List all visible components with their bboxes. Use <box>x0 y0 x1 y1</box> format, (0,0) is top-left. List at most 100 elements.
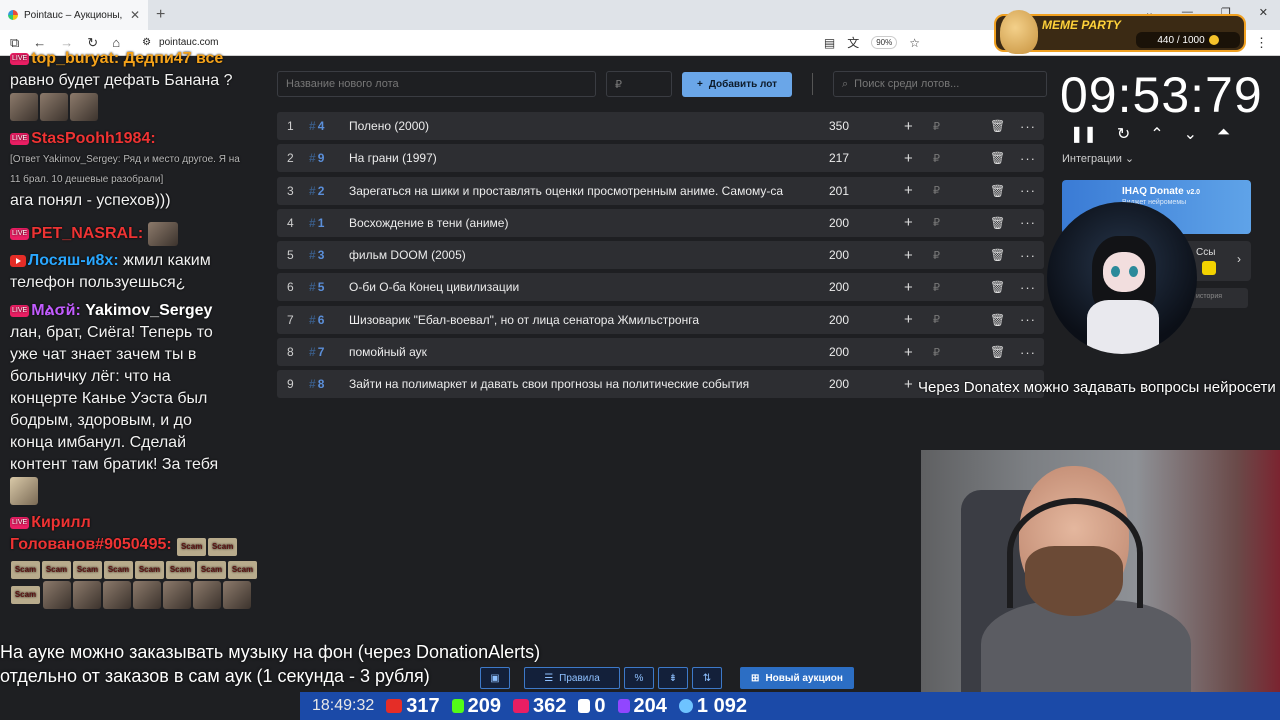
more-icon[interactable]: ··· <box>1020 119 1036 134</box>
lot-amount[interactable]: 200 <box>829 377 849 391</box>
lot-amount[interactable]: 200 <box>829 313 849 327</box>
add-amount-icon[interactable]: + <box>904 182 913 199</box>
trash-icon[interactable]: 🗑 <box>990 345 1005 359</box>
split-icon[interactable]: ⇟ <box>658 667 688 689</box>
decrease-time-icon[interactable]: ⌄ <box>1184 124 1197 144</box>
chat-username: Голованов#9050495: <box>10 536 172 553</box>
lot-name-input[interactable]: Название нового лота <box>277 71 596 97</box>
address-bar[interactable]: ⚙ pointauc.com <box>142 37 218 48</box>
add-amount-icon[interactable]: + <box>904 279 913 296</box>
translate-icon[interactable]: 文 <box>847 34 859 51</box>
more-icon[interactable]: ··· <box>1020 183 1036 198</box>
more-icon[interactable]: ··· <box>1020 345 1036 360</box>
add-amount-icon[interactable]: + <box>904 311 913 328</box>
lot-amount[interactable]: 200 <box>829 248 849 262</box>
save-icon[interactable]: ▣ <box>480 667 510 689</box>
lot-amount[interactable]: 200 <box>829 216 849 230</box>
add-amount-icon[interactable]: + <box>904 214 913 231</box>
new-auction-button[interactable]: ⊞ Новый аукцион <box>740 667 854 689</box>
lot-amount[interactable]: 217 <box>829 151 849 165</box>
more-icon[interactable]: ··· <box>1020 248 1036 263</box>
lot-name[interactable]: Зайти на полимаркет и давать свои прогно… <box>349 377 819 391</box>
add-amount-icon[interactable]: + <box>904 150 913 167</box>
lot-row: 3 #2 Зарегаться на шики и проставлять оц… <box>277 176 1044 205</box>
close-tab-icon[interactable]: ✕ <box>130 8 140 22</box>
viewer-count: 204 <box>633 694 667 717</box>
youtube-icon <box>386 699 403 713</box>
add-amount-icon[interactable]: + <box>904 118 913 135</box>
chevron-down-icon: ⌄ <box>1124 153 1135 165</box>
bookmark-star-icon[interactable]: ☆ <box>909 36 920 50</box>
integrations-toggle[interactable]: Интеграции ⌄ <box>1062 152 1134 165</box>
chat-username: Мልσй: <box>31 302 81 319</box>
lot-name[interactable]: На грани (1997) <box>349 151 819 165</box>
lot-id-number: 4 <box>317 119 325 133</box>
lot-name[interactable]: Зарегаться на шики и проставлять оценки … <box>349 184 819 198</box>
add-amount-icon[interactable]: + <box>904 376 913 393</box>
more-icon[interactable]: ··· <box>1020 312 1036 327</box>
lot-amount[interactable]: 350 <box>829 119 849 133</box>
add-amount-icon[interactable]: + <box>904 247 913 264</box>
trash-icon[interactable]: 🗑 <box>990 151 1005 165</box>
lot-amount[interactable]: 200 <box>829 280 849 294</box>
trash-icon[interactable]: 🗑 <box>990 248 1005 262</box>
twitch-viewers: 204 <box>617 694 667 718</box>
lot-name[interactable]: Полено (2000) <box>349 119 819 133</box>
user-icon <box>678 699 693 713</box>
auction-timer: 09:53:79 <box>1060 67 1263 123</box>
lot-name[interactable]: О-би О-ба Конец цивилизации <box>349 280 819 294</box>
live-badge-icon: LIVE <box>10 516 30 529</box>
restart-icon[interactable]: ↻ <box>1117 124 1130 144</box>
avatar-eye <box>1111 266 1120 277</box>
add-amount-icon[interactable]: + <box>904 344 913 361</box>
lot-name[interactable]: помойный аук <box>349 345 819 359</box>
lot-amount[interactable]: 201 <box>829 184 849 198</box>
scam-emote: Scam <box>135 561 164 579</box>
webcam-feed <box>921 450 1280 698</box>
trash-icon[interactable]: 🗑 <box>990 216 1005 230</box>
lot-amount-input[interactable]: ₽ <box>606 71 672 97</box>
more-icon[interactable]: ··· <box>1020 280 1036 295</box>
meme-party-counter: 440 / 1000 <box>1157 34 1205 46</box>
vkplay-viewers: 362 <box>513 695 566 718</box>
trash-icon[interactable]: 🗑 <box>990 313 1005 327</box>
lot-id: #3 <box>309 248 325 263</box>
reader-view-icon[interactable]: ▤ <box>824 36 835 50</box>
site-info-icon[interactable]: ⚙ <box>142 37 151 48</box>
lot-id-number: 5 <box>317 280 325 295</box>
lot-row: 4 #1 Восхождение в тени (аниме) 200 + ₽ … <box>277 208 1044 237</box>
lot-row: 8 #7 помойный аук 200 + ₽ 🗑 ··· <box>277 338 1044 367</box>
face-emote-icon <box>193 581 221 609</box>
live-badge-icon: LIVE <box>10 52 30 65</box>
search-placeholder: Поиск среди лотов... <box>854 78 960 90</box>
max-time-icon[interactable]: ⏶ <box>1217 124 1230 144</box>
live-badge-icon: LIVE <box>10 132 30 145</box>
close-window-icon[interactable]: ✕ <box>1259 6 1268 19</box>
browser-tab[interactable]: Pointauc – Аукционы, лотереи ✕ <box>0 0 148 30</box>
sort-icon[interactable]: ⇅ <box>692 667 722 689</box>
lot-name[interactable]: фильм DOOM (2005) <box>349 248 819 262</box>
increase-time-icon[interactable]: ⌃ <box>1150 124 1163 144</box>
new-tab-icon[interactable]: + <box>156 6 165 24</box>
lot-name[interactable]: Восхождение в тени (аниме) <box>349 216 819 230</box>
trash-icon[interactable]: 🗑 <box>990 280 1005 294</box>
more-icon[interactable]: ··· <box>1020 215 1036 230</box>
percent-icon[interactable]: % <box>624 667 654 689</box>
lot-search-input[interactable]: ⌕ Поиск среди лотов... <box>833 71 1047 97</box>
pause-icon[interactable]: ❚❚ <box>1070 124 1097 144</box>
url-text: pointauc.com <box>159 37 219 48</box>
lot-name[interactable]: Шизоварик "Ебал-воевал", но от лица сена… <box>349 313 819 327</box>
face-emote-icon <box>70 93 98 121</box>
lot-position: 3 <box>287 183 294 198</box>
trash-icon[interactable]: 🗑 <box>990 119 1005 133</box>
rules-button[interactable]: ☰ Правила <box>524 667 620 689</box>
trash-icon[interactable]: 🗑 <box>990 184 1005 198</box>
more-icon[interactable]: ··· <box>1020 151 1036 166</box>
avatar-face <box>1103 252 1145 292</box>
menu-icon[interactable]: ⋮ <box>1255 35 1268 51</box>
zoom-level[interactable]: 90% <box>871 36 898 49</box>
vk-live-icon <box>513 699 530 713</box>
add-lot-button[interactable]: + Добавить лот <box>682 71 792 97</box>
lot-amount[interactable]: 200 <box>829 345 849 359</box>
bottom-toolbar: ▣ ☰ Правила % ⇟ ⇅ ⊞ Новый аукцион <box>480 667 854 689</box>
